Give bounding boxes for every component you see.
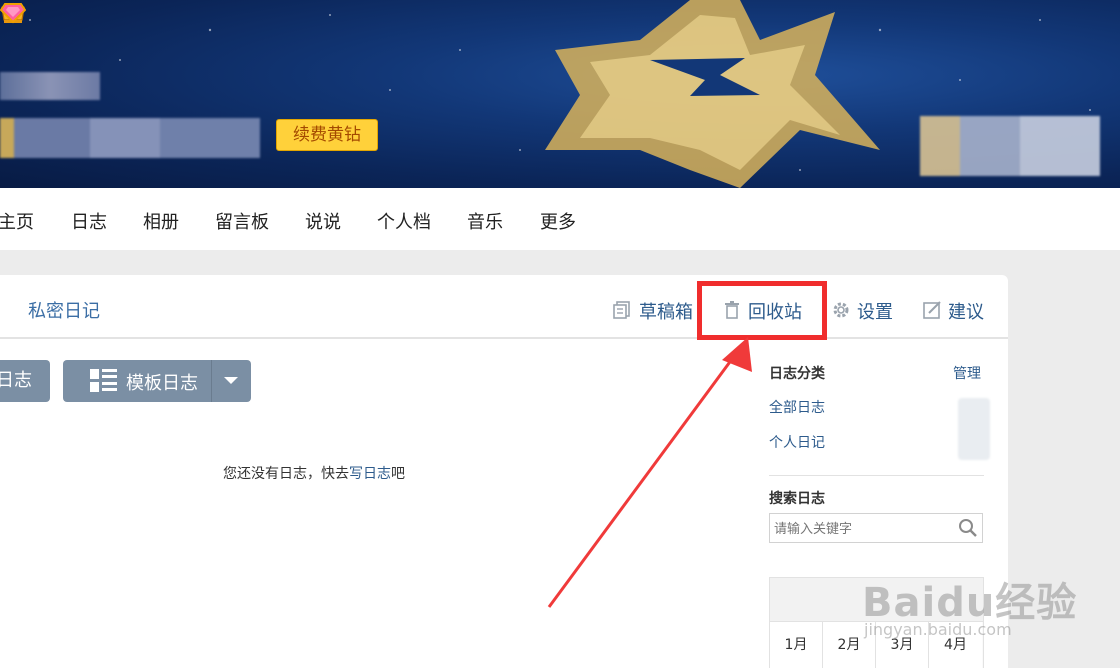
settings-button[interactable]: 设置 <box>857 298 893 324</box>
drafts-button[interactable]: 草稿箱 <box>639 298 693 324</box>
search-title: 搜索日志 <box>769 491 825 507</box>
renew-vip-button[interactable]: 续费黄钻 <box>276 119 378 151</box>
nav-home[interactable]: 主页 <box>0 208 34 234</box>
category-personal[interactable]: 个人日记 <box>769 432 825 452</box>
search-input[interactable] <box>774 519 952 539</box>
manage-categories-link[interactable]: 管理 <box>953 363 981 383</box>
template-blog-label: 模板日志 <box>126 373 198 394</box>
empty-text: 您还没有日志，快去 <box>223 466 349 482</box>
blurred-visitor-info <box>920 116 1100 176</box>
chevron-down-icon[interactable] <box>224 377 238 384</box>
main-navigation: 主页 日志 相册 留言板 说说 个人档 音乐 更多 <box>0 188 1120 250</box>
search-icon[interactable] <box>958 518 978 538</box>
empty-suffix: 吧 <box>391 466 405 482</box>
template-blog-button[interactable]: 模板日志 <box>63 360 251 402</box>
blurred-signature <box>0 118 260 158</box>
nav-blog[interactable]: 日志 <box>71 208 107 234</box>
profile-banner: 续费黄钻 <box>0 0 1120 188</box>
write-blog-link[interactable]: 写日志 <box>349 466 391 482</box>
month-cell[interactable]: 1月 <box>770 622 823 668</box>
nav-profile[interactable]: 个人档 <box>377 208 431 234</box>
search-field[interactable] <box>769 513 983 543</box>
diamond-icon <box>0 3 26 24</box>
sidebar-divider <box>769 475 984 476</box>
highlight-box <box>697 281 827 340</box>
write-blog-button[interactable]: 日志 <box>0 360 50 402</box>
watermark-url: jingyan.baidu.com <box>864 620 1012 639</box>
button-separator <box>211 360 212 402</box>
tab-private-diary[interactable]: 私密日记 <box>28 297 100 323</box>
suggest-button[interactable]: 建议 <box>948 298 984 324</box>
nav-album[interactable]: 相册 <box>143 208 179 234</box>
edit-icon <box>923 301 941 319</box>
nav-music[interactable]: 音乐 <box>467 208 503 234</box>
nav-guestbook[interactable]: 留言板 <box>215 208 269 234</box>
list-icon <box>90 369 117 392</box>
drafts-icon <box>613 301 630 319</box>
empty-state-message: 您还没有日志，快去写日志吧 <box>223 463 405 483</box>
nav-more[interactable]: 更多 <box>540 208 576 234</box>
write-blog-label: 日志 <box>0 370 32 391</box>
blurred-username <box>0 72 100 100</box>
nav-shuoshuo[interactable]: 说说 <box>305 208 341 234</box>
category-all[interactable]: 全部日志 <box>769 397 825 417</box>
category-title: 日志分类 <box>769 366 825 382</box>
baidu-watermark: Baidu经验 jingyan.baidu.com <box>862 570 1077 639</box>
toolbar-divider <box>0 337 1008 339</box>
gear-icon <box>833 302 849 318</box>
blurred-counts <box>958 398 990 460</box>
